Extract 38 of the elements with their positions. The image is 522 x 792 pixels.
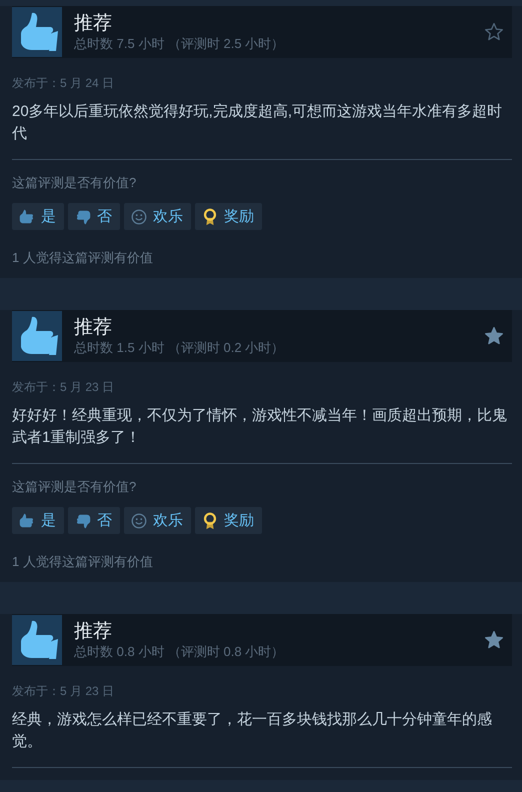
thumbs-down-icon [74, 208, 92, 226]
recommendation-title: 推荐 [74, 620, 113, 642]
playtime-text: 总时数 1.5 小时 （评测时 0.2 小时） [74, 338, 286, 356]
recommendation-title: 推荐 [74, 316, 113, 338]
star-outline-icon[interactable] [484, 22, 504, 42]
thumbs-up-icon [12, 7, 62, 57]
funny-button[interactable]: 欢乐 [124, 507, 191, 534]
thumbs-up-icon [12, 311, 62, 361]
posted-date: 发布于：5 月 23 日 [12, 683, 116, 699]
thumbs-up-icon [18, 208, 36, 226]
yes-button[interactable]: 是 [12, 507, 64, 534]
award-button[interactable]: 奖励 [195, 507, 262, 534]
smiley-icon [130, 512, 148, 530]
posted-date: 发布于：5 月 23 日 [12, 379, 116, 395]
helpful-count: 1 人觉得这篇评测有价值 [12, 249, 154, 266]
filled-star-icon[interactable] [484, 326, 504, 346]
recommendation-title: 推荐 [74, 12, 113, 34]
no-button[interactable]: 否 [68, 507, 120, 534]
award-ribbon-icon [201, 512, 219, 530]
helpful-question: 这篇评测是否有价值? [12, 478, 138, 495]
posted-date: 发布于：5 月 24 日 [12, 75, 116, 91]
award-button[interactable]: 奖励 [195, 203, 262, 230]
smiley-icon [130, 208, 148, 226]
no-button[interactable]: 否 [68, 203, 120, 230]
award-ribbon-icon [201, 208, 219, 226]
review-text: 经典，游戏怎么样已经不重要了，花一百多块钱找那么几十分钟童年的感觉。 [12, 710, 493, 752]
review-text: 20多年以后重玩依然觉得好玩,完成度超高,可想而这游戏当年水准有多超时代 [12, 102, 504, 144]
helpful-count: 1 人觉得这篇评测有价值 [12, 553, 154, 570]
review-text: 好好好！经典重现，不仅为了情怀，游戏性不减当年！画质超出预期，比鬼武者1重制强多了！ [12, 406, 508, 448]
funny-button[interactable]: 欢乐 [124, 203, 191, 230]
playtime-text: 总时数 0.8 小时 （评测时 0.8 小时） [74, 642, 286, 660]
yes-button[interactable]: 是 [12, 203, 64, 230]
helpful-question: 这篇评测是否有价值? [12, 174, 138, 191]
thumbs-up-icon [18, 512, 36, 530]
filled-star-icon[interactable] [484, 630, 504, 650]
thumbs-up-icon [12, 615, 62, 665]
playtime-text: 总时数 7.5 小时 （评测时 2.5 小时） [74, 34, 286, 52]
thumbs-down-icon [74, 512, 92, 530]
